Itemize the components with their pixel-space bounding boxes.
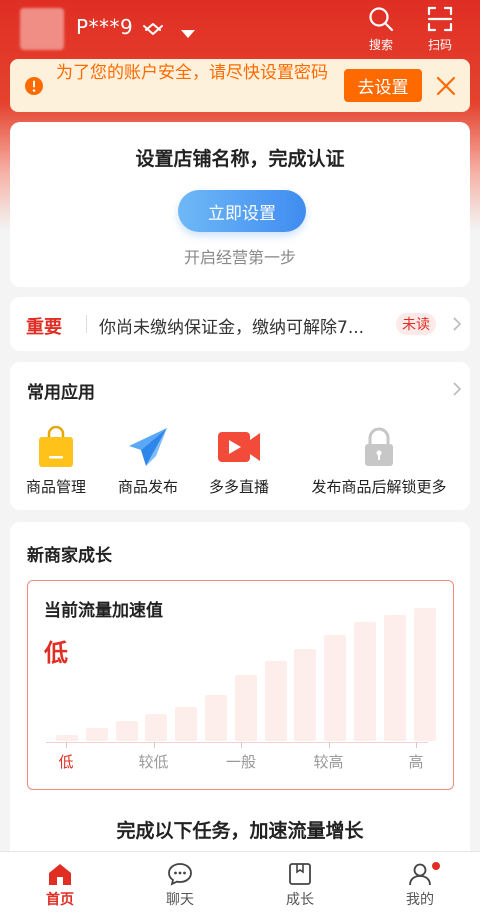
app-label: 多多直播: [208, 478, 269, 496]
paper-plane-icon: [129, 428, 167, 466]
axis-tick: [241, 742, 242, 748]
notice-tag: 重要: [26, 317, 62, 338]
tab-growth[interactable]: 成长: [270, 862, 330, 909]
notice-text: 你尚未缴纳保证金，缴纳可解除7...: [99, 318, 365, 338]
traffic-bar: [205, 694, 227, 741]
tab-label: 首页: [46, 892, 74, 908]
caret-down-icon[interactable]: [180, 24, 196, 43]
search-button[interactable]: 搜索: [361, 6, 401, 53]
flow-title: 当前流量加速值: [44, 601, 163, 621]
live-video-icon: [218, 432, 260, 462]
new-merchant-growth-card: 新商家成长 当前流量加速值 低 低较低 一般 较高高 完成以下任务，加速流量增长: [10, 522, 470, 862]
notification-dot: [432, 862, 440, 870]
traffic-boost-panel: 当前流量加速值 低 低较低 一般 较高高: [27, 580, 454, 790]
scan-button[interactable]: 扫码: [420, 6, 460, 53]
traffic-bar: [264, 661, 287, 741]
tab-label: 我的: [406, 892, 434, 908]
tab-chat[interactable]: 聊天: [150, 862, 210, 909]
user-icon: [409, 863, 431, 886]
setup-subtitle: 开启经营第一步: [183, 248, 296, 267]
common-apps-card: 常用应用 商品管理 商品发布 多多直播 发布商品后解锁更多: [10, 362, 470, 510]
store-setup-card: 设置店铺名称，完成认证 立即设置 开启经营第一步: [10, 122, 470, 287]
setup-title: 设置店铺名称，完成认证: [135, 148, 345, 170]
app-goods-management[interactable]: 商品管理: [24, 426, 88, 497]
banner-text: 为了您的账户安全，请尽快设置密码: [56, 63, 328, 83]
setup-now-button[interactable]: 立即设置: [178, 190, 306, 232]
traffic-bar: [145, 714, 168, 741]
axis-tick: [66, 742, 67, 748]
axis-tick-label: 较高: [313, 753, 344, 771]
user-name[interactable]: P***9: [76, 15, 133, 39]
app-label: 商品发布: [117, 478, 178, 496]
axis-tick: [328, 742, 330, 748]
tab-mine[interactable]: 我的: [390, 862, 450, 909]
set-password-button[interactable]: 去设置: [344, 69, 422, 102]
tasks-title: 完成以下任务，加速流量增长: [116, 820, 364, 842]
lock-icon: [365, 427, 393, 466]
avatar[interactable]: [20, 8, 64, 50]
axis-tick-label: 高: [408, 753, 424, 771]
search-icon: [369, 7, 394, 32]
app-goods-publish[interactable]: 商品发布: [116, 426, 180, 497]
axis-tick-label: 一般: [225, 753, 257, 771]
app-duoduo-live[interactable]: 多多直播: [207, 426, 271, 497]
chevron-right-icon[interactable]: [452, 316, 462, 336]
traffic-bar: [234, 675, 257, 741]
bottom-tab-bar: 首页 聊天 成长 我的: [0, 851, 480, 917]
traffic-bars: [46, 601, 436, 741]
axis-tick: [153, 742, 155, 748]
scan-icon: [427, 6, 453, 32]
traffic-bar: [413, 608, 436, 741]
chevron-right-icon[interactable]: [452, 381, 462, 401]
search-label: 搜索: [368, 38, 393, 52]
axis-tick-label: 较低: [138, 753, 169, 771]
unread-badge: 未读: [396, 313, 436, 335]
shopping-bag-icon: [39, 426, 73, 467]
tab-home[interactable]: 首页: [30, 862, 90, 909]
axis-tick: [416, 742, 417, 748]
traffic-bar: [354, 622, 376, 741]
scan-label: 扫码: [427, 38, 452, 52]
warning-icon: [24, 76, 44, 100]
app-label: 发布商品后解锁更多: [311, 478, 447, 496]
axis-line: [46, 742, 428, 743]
home-icon: [49, 864, 71, 885]
switch-account-icon[interactable]: [142, 22, 164, 41]
traffic-bar: [56, 735, 78, 741]
traffic-bar: [383, 615, 406, 741]
axis-tick-label: 低: [58, 753, 74, 771]
important-notice[interactable]: 重要 你尚未缴纳保证金，缴纳可解除7... 未读: [10, 297, 470, 351]
traffic-bar: [175, 707, 198, 741]
flow-level: 低: [44, 639, 68, 667]
traffic-bar: [85, 728, 108, 741]
apps-title: 常用应用: [27, 383, 95, 403]
traffic-bar: [294, 648, 317, 741]
traffic-bar: [115, 721, 138, 741]
growth-book-icon: [289, 863, 311, 885]
chat-icon: [168, 863, 192, 886]
app-locked-more: 发布商品后解锁更多: [304, 426, 454, 497]
tab-label: 成长: [286, 892, 314, 908]
growth-title: 新商家成长: [27, 546, 112, 566]
tab-label: 聊天: [166, 892, 194, 908]
security-banner: 为了您的账户安全，请尽快设置密码 去设置: [10, 59, 470, 112]
header: P***9 搜索 扫码: [0, 0, 480, 58]
notice-divider: [86, 315, 87, 333]
close-icon[interactable]: [436, 76, 456, 100]
traffic-bar: [324, 634, 347, 741]
app-label: 商品管理: [25, 478, 86, 496]
